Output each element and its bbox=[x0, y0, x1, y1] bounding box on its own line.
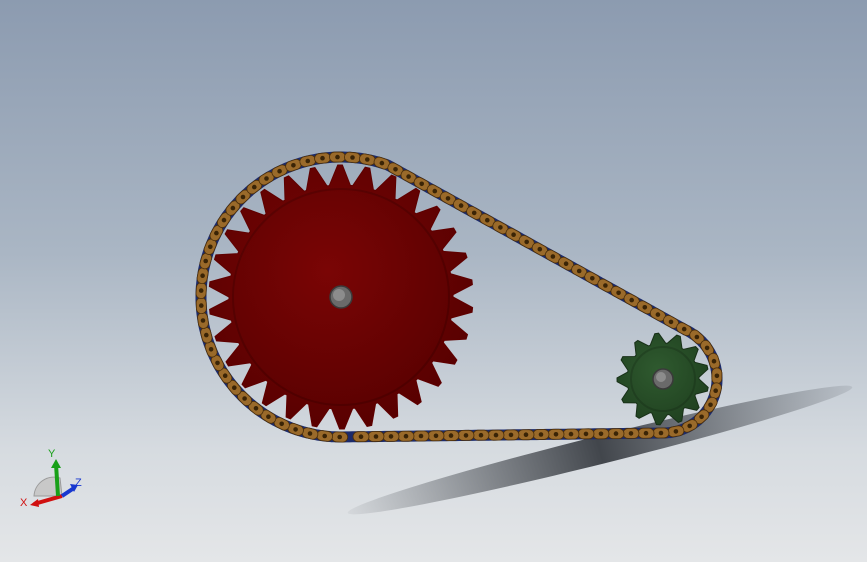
chain-pin bbox=[629, 297, 634, 303]
chain-pin bbox=[485, 217, 490, 223]
triad-y-arrow bbox=[51, 459, 61, 468]
chain-pin bbox=[393, 167, 398, 172]
chain-pin bbox=[365, 157, 370, 162]
chain-pin bbox=[524, 239, 529, 245]
chain-pin bbox=[687, 423, 692, 429]
chain-pin bbox=[208, 347, 214, 352]
chain-pin bbox=[550, 254, 556, 259]
chain-pin bbox=[458, 203, 464, 208]
chain-pin bbox=[320, 155, 325, 161]
chain-pin bbox=[291, 163, 296, 168]
chain-pin bbox=[478, 432, 484, 438]
ground-shadow bbox=[347, 385, 853, 515]
chain-pin bbox=[714, 373, 720, 379]
triad-z-label: Z bbox=[75, 477, 82, 489]
chain-pin bbox=[403, 433, 409, 439]
chain-pin bbox=[493, 432, 499, 438]
triad-x-arrow bbox=[30, 499, 39, 507]
chain-pin bbox=[418, 433, 424, 439]
chain-pin bbox=[590, 276, 595, 281]
chain-pin bbox=[337, 434, 343, 440]
chain-pin bbox=[463, 433, 469, 438]
chain-pin bbox=[335, 154, 340, 160]
chain-pin bbox=[563, 261, 569, 267]
chain-pin bbox=[673, 429, 679, 434]
chain-pin bbox=[293, 427, 298, 432]
orientation-triad[interactable]: X Y Z bbox=[20, 448, 82, 509]
triad-y-label: Y bbox=[48, 448, 56, 460]
chain-pin bbox=[471, 210, 477, 216]
chain-pin bbox=[232, 385, 237, 391]
chain-pin bbox=[681, 326, 687, 332]
chain-pin bbox=[711, 358, 717, 364]
chain-pin bbox=[252, 184, 257, 190]
chain-pin bbox=[523, 432, 529, 438]
chain-pin bbox=[433, 433, 439, 439]
chain-pin bbox=[538, 432, 544, 437]
chain-pin bbox=[694, 334, 700, 340]
chain-pin bbox=[445, 196, 451, 201]
chain-pin bbox=[307, 431, 313, 436]
chain-pin bbox=[432, 188, 438, 194]
triad-y-axis bbox=[54, 463, 60, 497]
chain-pin bbox=[279, 421, 285, 427]
chain-pin bbox=[508, 432, 514, 438]
chain-pin bbox=[568, 431, 574, 437]
chain-pin bbox=[498, 225, 503, 230]
chain-pin bbox=[708, 402, 713, 408]
graphics-viewport[interactable]: X Y Z bbox=[0, 0, 867, 562]
chain-pin bbox=[198, 288, 204, 293]
chain-pin bbox=[221, 217, 227, 223]
chain-pin bbox=[448, 433, 454, 438]
chain-pin bbox=[613, 431, 619, 436]
chain-pin bbox=[713, 388, 718, 394]
chain-pin bbox=[668, 319, 674, 325]
chain-pin bbox=[583, 431, 589, 437]
chain-pin bbox=[322, 433, 328, 439]
chain-pin bbox=[253, 406, 259, 411]
chain-pin bbox=[537, 246, 543, 252]
chain-pin bbox=[214, 230, 219, 236]
chain-pin bbox=[655, 312, 661, 317]
chain-pin bbox=[699, 414, 704, 420]
small-shaft-highlight bbox=[656, 372, 666, 382]
model-scene[interactable]: X Y Z bbox=[0, 0, 867, 562]
chain-pin bbox=[616, 290, 621, 296]
chain-pin bbox=[200, 273, 205, 279]
chain-pin bbox=[642, 305, 648, 310]
chain-pin bbox=[406, 174, 411, 179]
chain-pin bbox=[598, 431, 604, 437]
chain-pin bbox=[379, 160, 385, 166]
chain-pin bbox=[230, 205, 236, 211]
chain-pin bbox=[576, 268, 582, 274]
chain-pin bbox=[658, 430, 664, 436]
chain-pin bbox=[199, 303, 204, 308]
chain-pin bbox=[240, 194, 246, 200]
chain-pin bbox=[222, 373, 228, 379]
chain-pin bbox=[208, 244, 213, 250]
triad-x-label: X bbox=[20, 497, 28, 509]
chain-pin bbox=[388, 434, 394, 439]
triad-z-axis bbox=[60, 486, 76, 498]
chain-pin bbox=[204, 332, 209, 338]
chain-pin bbox=[200, 318, 206, 323]
chain-pin bbox=[628, 431, 634, 436]
chain-pin bbox=[277, 168, 282, 174]
chain-pin bbox=[511, 232, 516, 237]
chain-pin bbox=[266, 414, 271, 420]
chain-pin bbox=[373, 434, 379, 439]
chain-pin bbox=[419, 181, 425, 187]
chain-pin bbox=[203, 258, 208, 264]
chain-pin bbox=[242, 396, 247, 401]
chain-pin bbox=[215, 360, 220, 366]
chain-pin bbox=[305, 158, 311, 164]
chain-pin bbox=[603, 283, 608, 288]
chain-pin bbox=[264, 176, 269, 181]
chain-pin bbox=[350, 155, 355, 160]
chain-pin bbox=[553, 432, 559, 437]
chain-pin bbox=[358, 434, 364, 440]
chain-pin bbox=[643, 430, 649, 436]
large-shaft-highlight bbox=[333, 289, 345, 301]
chain-pin bbox=[704, 345, 710, 351]
